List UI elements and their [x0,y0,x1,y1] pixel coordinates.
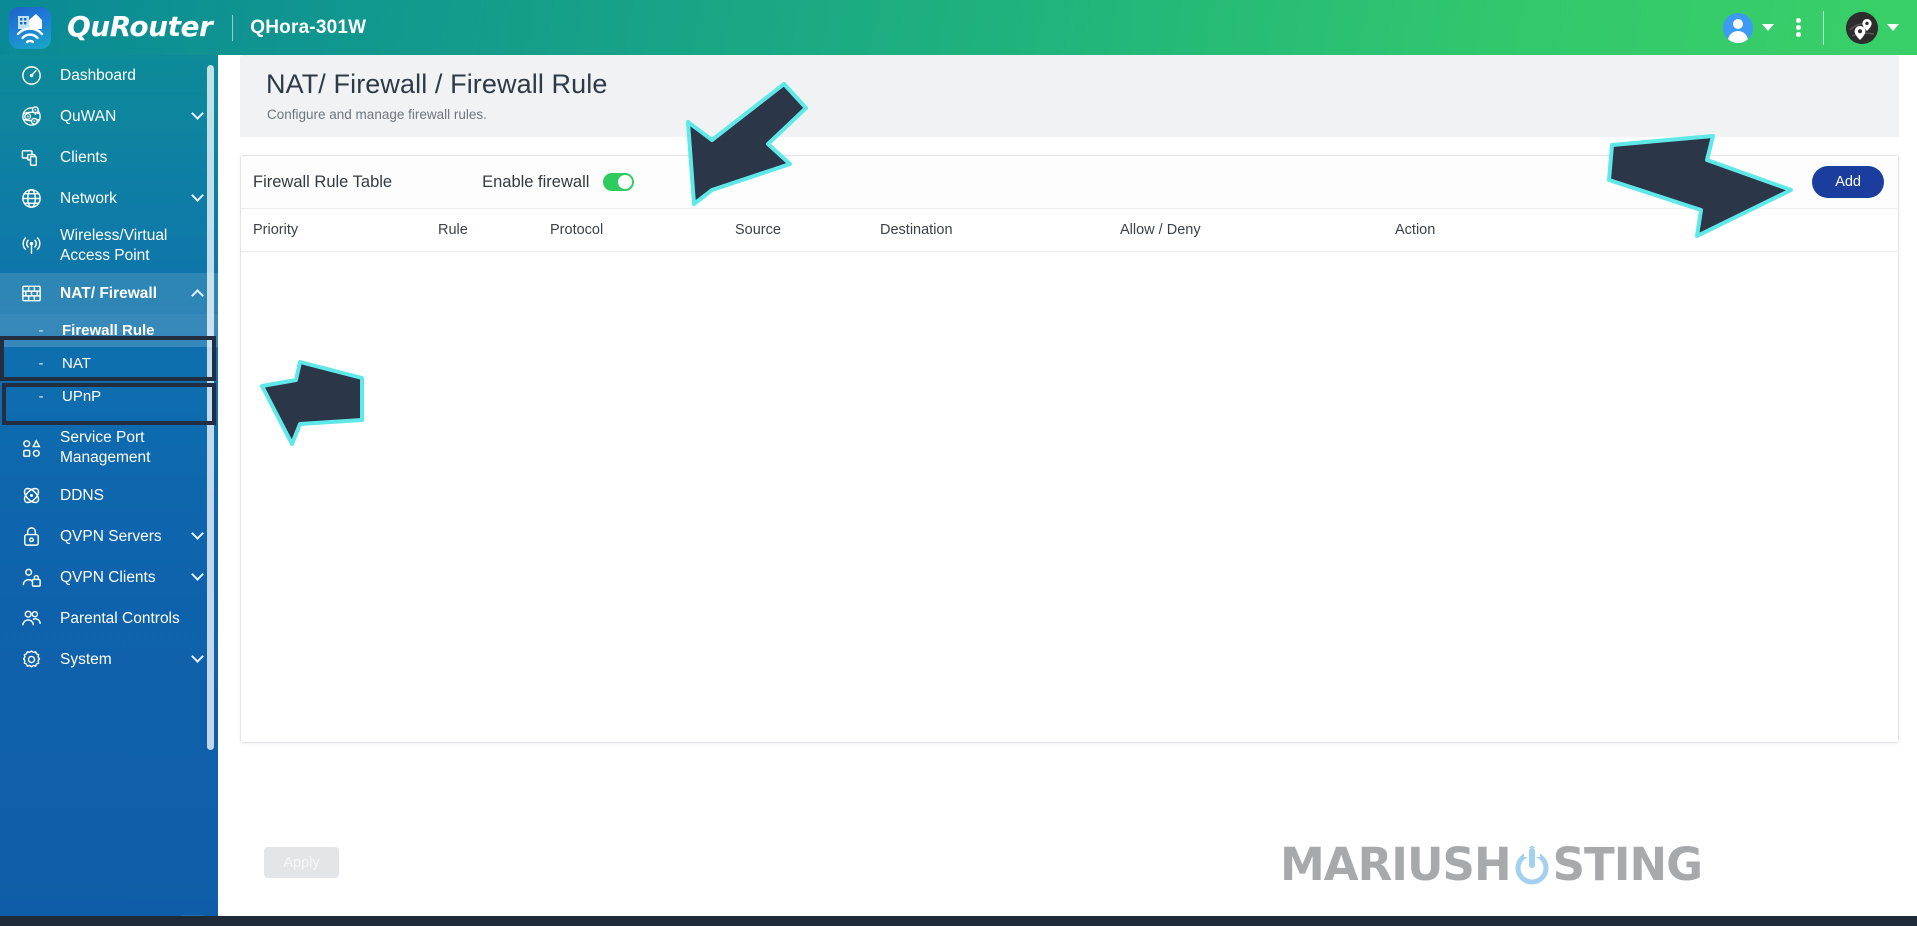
sidebar-item-qvpn-clients[interactable]: QVPN Clients [0,557,218,598]
sidebar-item-label: QuWAN [60,107,117,125]
user-menu-chevron-down-icon[interactable] [1762,24,1774,31]
page-subtitle: Configure and manage firewall rules. [267,107,487,122]
column-header-source: Source [735,222,781,238]
sidebar-item-clients[interactable]: Clients [0,137,218,178]
card-title: Firewall Rule Table [253,172,393,191]
table-body-empty [241,252,1898,742]
sidebar-item-nat-firewall[interactable]: NAT/ Firewall [0,273,218,314]
sidebar-item-label: DDNS [60,486,104,504]
sidebar-subitem-label: Firewall Rule [62,322,155,339]
chevron-down-icon[interactable] [191,568,204,581]
sidebar-navigation: Dashboard QuWAN Clients Network Wireless… [0,55,218,926]
wireless-ap-icon [14,234,48,259]
sidebar-item-qvpn-servers[interactable]: QVPN Servers [0,516,218,557]
sub-item-dash: - [38,388,44,405]
watermark: MARIUSH STING [1280,838,1703,891]
watermark-text-right: STING [1552,838,1703,891]
chevron-up-icon[interactable] [191,289,204,302]
sidebar-item-label: QVPN Clients [60,568,156,586]
router-house-wifi-icon [9,6,51,49]
header-divider [232,14,234,41]
page-header: NAT/ Firewall / Firewall Rule Configure … [240,55,1899,137]
column-header-protocol: Protocol [550,222,604,238]
user-avatar-icon[interactable] [1723,12,1753,43]
more-vertical-icon[interactable] [1796,18,1801,37]
chevron-down-icon[interactable] [191,107,204,120]
service-port-icon [14,437,48,460]
sidebar-item-label: Wireless/Virtual Access Point [60,227,168,264]
firewall-brick-icon [14,282,48,305]
table-column-headers: Priority Rule Protocol Source Destinatio… [241,209,1898,252]
column-header-allow-deny: Allow / Deny [1120,222,1201,238]
column-header-destination: Destination [880,222,953,238]
firewall-rule-table-card: Firewall Rule Table Enable firewall Add … [240,155,1899,743]
app-root: QuRouter QHora-301W Dashboard QuWAN Clie… [0,0,1917,926]
sidebar-item-upnp[interactable]: - UPnP [0,380,218,413]
quwan-mesh-icon [14,105,48,128]
qvpn-lock-icon [14,525,48,548]
power-icon [1510,842,1554,888]
header-right-controls [1723,0,1917,55]
add-button[interactable]: Add [1812,166,1884,198]
enable-firewall-label: Enable firewall [482,172,590,191]
brand-name[interactable]: QuRouter [67,10,213,43]
main-content: NAT/ Firewall / Firewall Rule Configure … [218,55,1917,926]
column-header-rule: Rule [438,222,468,238]
sidebar-subitem-label: UPnP [62,388,102,405]
network-globe-icon [14,187,48,210]
clients-devices-icon [14,146,48,169]
sidebar-item-nat[interactable]: - NAT [0,347,218,380]
header-divider-2 [1823,10,1824,45]
card-header: Firewall Rule Table Enable firewall Add [241,156,1898,209]
sidebar-item-label: System [60,650,112,668]
sidebar-item-label: Service Port Management [60,429,151,466]
sidebar-item-network[interactable]: Network [0,178,218,219]
column-header-priority: Priority [253,222,299,238]
quwan-globe-icon[interactable] [1846,11,1878,44]
watermark-text-left: MARIUSH [1280,838,1512,891]
sidebar-item-service-port-management[interactable]: Service Port Management [0,421,218,475]
sidebar-item-firewall-rule[interactable]: - Firewall Rule [0,314,218,347]
dashboard-gauge-icon [14,64,48,87]
qvpn-user-lock-icon [14,566,48,589]
column-header-action: Action [1395,222,1436,238]
system-gear-icon [14,648,48,671]
sidebar-item-label: Parental Controls [60,609,180,627]
sidebar-item-dashboard[interactable]: Dashboard [0,55,218,96]
sidebar-subitem-label: NAT [62,355,91,372]
device-name: QHora-301W [250,16,367,38]
chevron-down-icon[interactable] [191,527,204,540]
quwan-menu-chevron-down-icon[interactable] [1887,24,1899,31]
sidebar-item-ddns[interactable]: DDNS [0,475,218,516]
sidebar-item-label: Network [60,189,117,207]
sidebar-item-label: Dashboard [60,66,136,84]
parental-controls-icon [14,607,48,630]
sidebar-item-label: NAT/ Firewall [60,284,158,302]
chevron-down-icon[interactable] [191,650,204,663]
top-header-bar: QuRouter QHora-301W [0,0,1917,55]
page-title: NAT/ Firewall / Firewall Rule [266,69,608,99]
sub-item-dash: - [38,322,44,339]
ddns-atom-icon [14,484,48,507]
sidebar-scrollbar[interactable] [207,65,214,750]
chevron-down-icon[interactable] [191,189,204,202]
sidebar-item-label: QVPN Servers [60,527,162,545]
sidebar-item-label: Clients [60,148,108,166]
bottom-strip [0,916,1917,926]
sidebar-item-system[interactable]: System [0,639,218,680]
wifi-glyph [16,26,44,43]
sidebar-item-parental-controls[interactable]: Parental Controls [0,598,218,639]
apply-button[interactable]: Apply [264,847,339,878]
enable-firewall-toggle[interactable] [603,173,635,191]
sidebar-item-quwan[interactable]: QuWAN [0,96,218,137]
sidebar-item-wireless-virtual-access-point[interactable]: Wireless/Virtual Access Point [0,219,218,273]
sub-item-dash: - [38,355,44,372]
